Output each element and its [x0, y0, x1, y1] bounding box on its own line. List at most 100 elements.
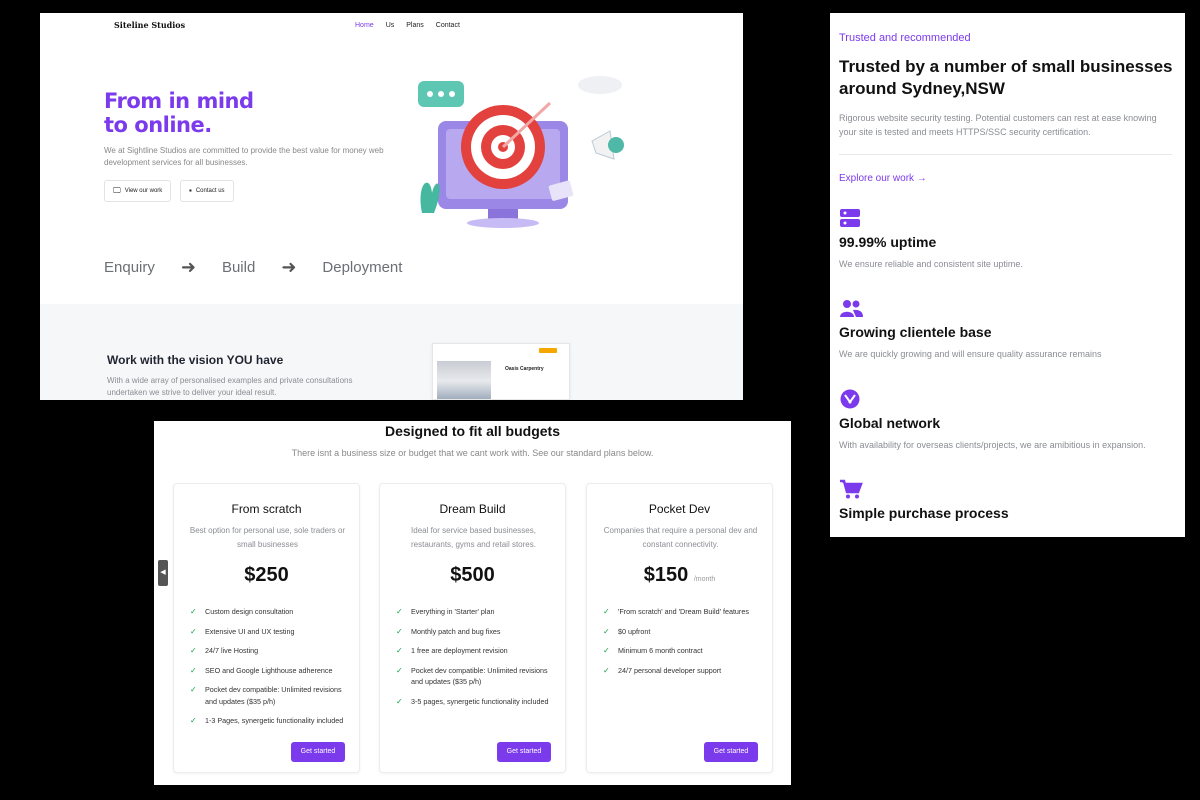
plan-card-pocket-dev: Pocket Dev Companies that require a pers…: [586, 483, 773, 773]
globe-icon: [840, 389, 860, 409]
check-icon: ✓: [396, 646, 403, 655]
preview-button: [539, 348, 557, 353]
divider: [839, 154, 1172, 155]
pricing-title: Designed to fit all budgets: [384, 423, 560, 439]
plan-features: ✓ Custom design consultation ✓ Extensive U…: [190, 606, 350, 735]
features-title: Trusted by a number of small businesses …: [839, 57, 1173, 98]
plan-feature: ✓ 3-5 pages, synergetic functionality inc…: [396, 696, 549, 706]
nav-links: Home Us Plans Contact: [355, 22, 460, 29]
plan-feature: ✓ 24/7 personal developer support: [603, 665, 722, 675]
check-icon: ✓: [190, 665, 197, 675]
get-started-button[interactable]: Get started: [497, 742, 551, 762]
users-icon: [840, 300, 863, 317]
vision-title: Work with the vision YOU have: [107, 353, 284, 367]
arrow-right-icon: ➜: [180, 257, 196, 277]
check-icon: ✓: [396, 696, 403, 706]
check-icon: ✓: [190, 646, 197, 655]
nav-home[interactable]: Home: [355, 22, 374, 29]
plan-feature: ✓ $0 upfront: [603, 626, 651, 636]
plan-price: $500: [380, 564, 565, 587]
feature-title: Growing clientele base: [839, 324, 992, 340]
feature-desc: We ensure reliable and consistent site u…: [839, 259, 1023, 269]
cart-icon: [840, 479, 863, 499]
monitor-icon: 🖵: [113, 186, 121, 195]
hero-panel: Siteline Studios Home Us Plans Contact F…: [40, 13, 743, 400]
pricing-panel: Designed to fit all budgets There isnt a…: [154, 421, 791, 785]
check-icon: ✓: [603, 626, 610, 636]
plan-price: $150 /month: [587, 564, 772, 587]
view-work-button[interactable]: 🖵 View our work: [104, 180, 172, 202]
check-icon: ✓: [190, 716, 197, 725]
nav-us[interactable]: Us: [386, 22, 395, 29]
feature-title: 99.99% uptime: [839, 234, 937, 250]
chat-icon: ▪: [189, 186, 192, 195]
target-monitor-illustration: [418, 76, 624, 228]
nav-contact[interactable]: Contact: [436, 22, 460, 29]
contact-us-label: Contact us: [195, 188, 225, 194]
check-icon: ✓: [190, 607, 197, 616]
vision-description: With a wide array of personalised exampl…: [107, 376, 353, 397]
plan-desc: Ideal for service based businesses, rest…: [411, 526, 536, 549]
plan-feature: ✓ 24/7 live Hosting: [190, 646, 259, 655]
plan-name: Pocket Dev: [648, 502, 711, 516]
plan-feature: ✓ Pocket dev compatible: Unlimited revisi…: [396, 665, 548, 687]
plan-feature: ✓ Custom design consultation: [190, 607, 294, 616]
plan-feature: ✓ 1-3 Pages, synergetic functionality inc…: [190, 716, 344, 725]
arrow-right-icon: ➜: [281, 257, 297, 277]
plan-name: Dream Build: [439, 502, 506, 516]
get-started-button[interactable]: Get started: [291, 742, 345, 762]
plan-feature: ✓ Monthly patch and bug fixes: [396, 626, 501, 636]
plan-card-from-scratch: From scratch Best option for personal us…: [173, 483, 360, 773]
feature-desc: With availability for overseas clients/p…: [839, 440, 1146, 450]
plan-name: From scratch: [231, 502, 302, 516]
plan-feature: ✓ 'From scratch' and 'Dream Build' featur…: [603, 607, 749, 616]
explore-work-link[interactable]: Explore our work →: [839, 173, 927, 184]
features-panel: Trusted and recommended Trusted by a num…: [830, 13, 1185, 537]
plan-feature: ✓ Extensive UI and UX testing: [190, 626, 295, 636]
plan-desc: Companies that require a personal dev an…: [603, 526, 758, 549]
features-eyebrow: Trusted and recommended: [839, 32, 971, 44]
top-nav: Siteline Studios Home Us Plans Contact: [40, 13, 743, 39]
website-preview-thumbnail[interactable]: Oasis Carpentry: [432, 343, 570, 400]
plan-feature: ✓ 1 free are deployment revision: [396, 646, 508, 655]
contact-us-button[interactable]: ▪ Contact us: [180, 180, 234, 202]
plan-feature: ✓ Minimum 6 month contract: [603, 646, 703, 655]
hero-description: We at Sightline Studios are committed to…: [104, 146, 384, 167]
check-icon: ✓: [396, 665, 403, 675]
get-started-button[interactable]: Get started: [704, 742, 758, 762]
plan-price-value: $150: [643, 564, 689, 586]
check-icon: ✓: [603, 646, 610, 655]
logo[interactable]: Siteline Studios: [114, 20, 185, 30]
check-icon: ✓: [603, 665, 610, 675]
pricing-subtitle: There isnt a business size or budget tha…: [291, 448, 654, 458]
plan-price-period: /month: [693, 576, 716, 583]
plan-price-value: $500: [450, 564, 495, 586]
check-icon: ✓: [190, 626, 197, 636]
view-work-label: View our work: [124, 188, 163, 194]
hero-title: From in mind to online.: [104, 89, 254, 137]
server-icon: [840, 209, 860, 227]
carousel-prev-icon[interactable]: ◀: [158, 560, 168, 586]
check-icon: ✓: [190, 685, 197, 694]
features-description: Rigorous website security testing. Poten…: [839, 113, 1157, 137]
preview-image: [437, 361, 491, 399]
preview-title: Oasis Carpentry: [505, 366, 544, 372]
check-icon: ✓: [396, 626, 403, 636]
plan-features: ✓ 'From scratch' and 'Dream Build' featur…: [603, 606, 763, 684]
plan-feature: ✓ Pocket dev compatible: Unlimited revisi…: [190, 685, 342, 706]
process-steps: Enquiry ➜ Build ➜ Deployment: [104, 257, 402, 278]
feature-desc: We are quickly growing and will ensure q…: [839, 349, 1102, 359]
nav-plans[interactable]: Plans: [406, 22, 424, 29]
check-icon: ✓: [396, 607, 403, 616]
plan-price-value: $250: [244, 564, 289, 586]
step-enquiry: Enquiry: [104, 259, 155, 276]
hero-title-line1: From in mind: [104, 89, 254, 113]
plan-features: ✓ Everything in 'Starter' plan ✓ Monthly p…: [396, 606, 556, 715]
plan-card-dream-build: Dream Build Ideal for service based busi…: [379, 483, 566, 773]
feature-title: Global network: [839, 415, 941, 431]
plan-feature: ✓ SEO and Google Lighthouse adherence: [190, 665, 333, 675]
feature-title: Simple purchase process: [839, 505, 1009, 521]
plan-desc: Best option for personal use, sole trade…: [189, 526, 346, 549]
hero-title-line2: to online.: [104, 113, 212, 137]
plan-feature: ✓ Everything in 'Starter' plan: [396, 607, 495, 616]
